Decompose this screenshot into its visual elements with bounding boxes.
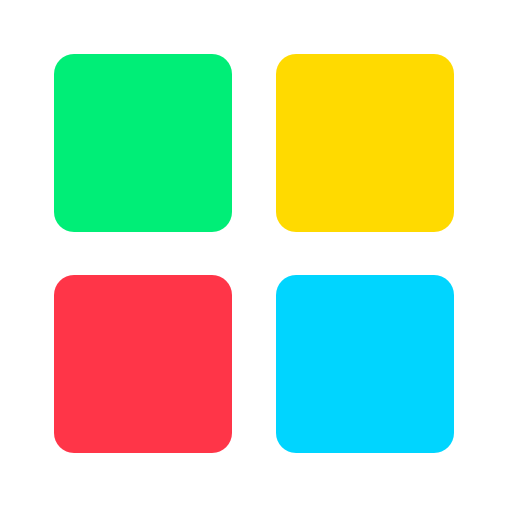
yellow-tile xyxy=(276,54,454,232)
red-tile xyxy=(54,275,232,453)
cyan-tile xyxy=(276,275,454,453)
app-grid-icon xyxy=(0,0,512,512)
green-tile xyxy=(54,54,232,232)
